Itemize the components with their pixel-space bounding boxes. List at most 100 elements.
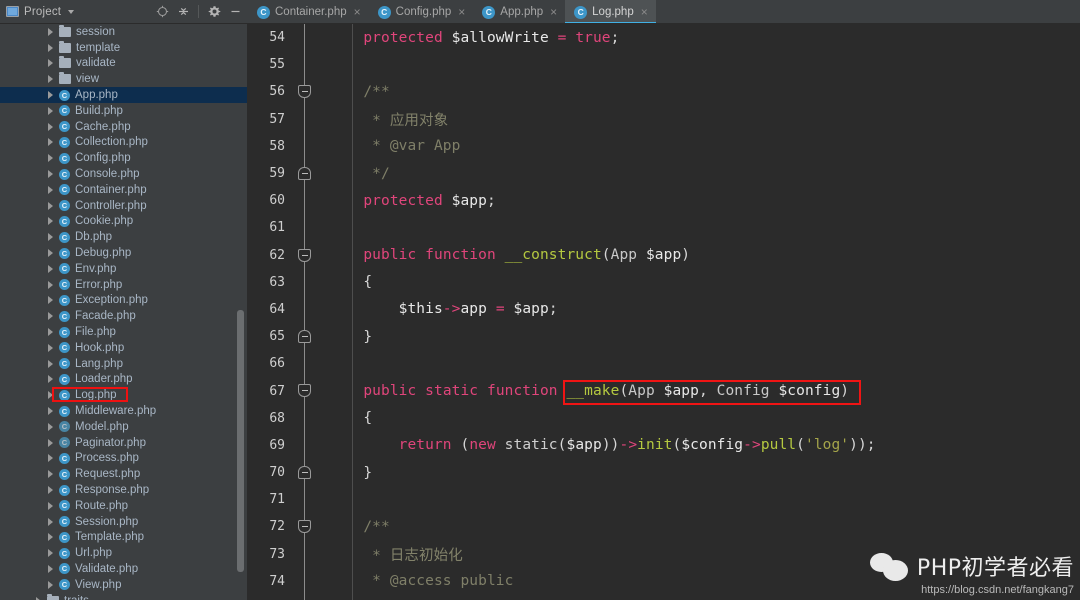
tree-item[interactable]: C Config.php bbox=[0, 150, 247, 166]
tree-item[interactable]: C Build.php bbox=[0, 103, 247, 119]
tree-item[interactable]: C Response.php bbox=[0, 482, 247, 498]
code-line[interactable]: 72 /** bbox=[248, 513, 1080, 541]
editor-tab[interactable]: C Container.php × bbox=[248, 0, 369, 23]
code-fold-gutter[interactable] bbox=[294, 268, 316, 296]
code-fold-gutter[interactable] bbox=[294, 159, 316, 188]
expand-arrow-icon[interactable] bbox=[48, 138, 53, 147]
tree-item[interactable]: C Db.php bbox=[0, 229, 247, 245]
tree-item[interactable]: C Cache.php bbox=[0, 119, 247, 135]
code-fold-gutter[interactable] bbox=[294, 132, 316, 160]
tree-item[interactable]: C Route.php bbox=[0, 498, 247, 514]
code-fold-gutter[interactable] bbox=[294, 350, 316, 378]
expand-arrow-icon[interactable] bbox=[48, 43, 53, 52]
fold-start-icon[interactable] bbox=[298, 384, 311, 398]
tree-item[interactable]: C Template.php bbox=[0, 530, 247, 546]
code-fold-gutter[interactable] bbox=[294, 377, 316, 405]
expand-arrow-icon[interactable] bbox=[48, 564, 53, 573]
tree-item[interactable]: C Container.php bbox=[0, 182, 247, 198]
editor-tab[interactable]: C Config.php × bbox=[369, 0, 474, 23]
code-line[interactable]: 59 */ bbox=[248, 159, 1080, 188]
code-fold-gutter[interactable] bbox=[294, 24, 316, 52]
expand-arrow-icon[interactable] bbox=[48, 312, 53, 321]
expand-arrow-icon[interactable] bbox=[48, 91, 53, 100]
code-line[interactable]: 54 protected $allowWrite = true; bbox=[248, 24, 1080, 52]
editor-tab[interactable]: C App.php × bbox=[473, 0, 565, 23]
expand-arrow-icon[interactable] bbox=[48, 454, 53, 463]
code-fold-gutter[interactable] bbox=[294, 513, 316, 541]
code-line[interactable]: 67 public static function __make(App $ap… bbox=[248, 377, 1080, 405]
tree-item[interactable]: session bbox=[0, 24, 247, 40]
code-fold-gutter[interactable] bbox=[294, 187, 316, 215]
code-line[interactable]: 57 * 应用对象 bbox=[248, 105, 1080, 133]
chevron-down-icon[interactable] bbox=[68, 9, 75, 14]
code-fold-gutter[interactable] bbox=[294, 78, 316, 106]
tree-item[interactable]: C Model.php bbox=[0, 419, 247, 435]
code-fold-gutter[interactable] bbox=[294, 51, 316, 79]
tree-item[interactable]: C Facade.php bbox=[0, 308, 247, 324]
tree-item[interactable]: C Hook.php bbox=[0, 340, 247, 356]
expand-arrow-icon[interactable] bbox=[48, 59, 53, 68]
tree-item[interactable]: C App.php bbox=[0, 87, 247, 103]
tree-item[interactable]: C Controller.php bbox=[0, 198, 247, 214]
tree-item[interactable]: validate bbox=[0, 56, 247, 72]
tree-item[interactable]: C Request.php bbox=[0, 466, 247, 482]
code-line[interactable]: 70 } bbox=[248, 459, 1080, 487]
code-fold-gutter[interactable] bbox=[294, 567, 316, 595]
code-fold-gutter[interactable] bbox=[294, 540, 316, 568]
code-fold-gutter[interactable] bbox=[294, 459, 316, 487]
code-fold-gutter[interactable] bbox=[294, 323, 316, 351]
tree-item[interactable]: C Lang.php bbox=[0, 356, 247, 372]
code-line[interactable]: 63 { bbox=[248, 268, 1080, 296]
code-line[interactable]: 55 bbox=[248, 51, 1080, 79]
expand-arrow-icon[interactable] bbox=[48, 201, 53, 210]
code-line[interactable]: 75 * @param array $config bbox=[248, 594, 1080, 600]
tree-item[interactable]: view bbox=[0, 71, 247, 87]
expand-arrow-icon[interactable] bbox=[48, 264, 53, 273]
expand-arrow-icon[interactable] bbox=[48, 359, 53, 368]
tree-item[interactable]: C Validate.php bbox=[0, 561, 247, 577]
tree-item[interactable]: C Env.php bbox=[0, 261, 247, 277]
code-line[interactable]: 62 public function __construct(App $app) bbox=[248, 241, 1080, 269]
expand-arrow-icon[interactable] bbox=[48, 549, 53, 558]
fold-end-icon[interactable] bbox=[298, 466, 311, 479]
code-editor[interactable]: 54 protected $allowWrite = true; 55 56 /**… bbox=[248, 24, 1080, 600]
expand-arrow-icon[interactable] bbox=[48, 407, 53, 416]
tree-item[interactable]: C Debug.php bbox=[0, 245, 247, 261]
tree-item[interactable]: C Paginator.php bbox=[0, 435, 247, 451]
expand-arrow-icon[interactable] bbox=[48, 328, 53, 337]
expand-arrow-icon[interactable] bbox=[48, 438, 53, 447]
expand-arrow-icon[interactable] bbox=[48, 343, 53, 352]
tree-scrollbar-thumb[interactable] bbox=[237, 310, 244, 572]
minimize-icon[interactable] bbox=[226, 3, 244, 21]
code-line[interactable]: 71 bbox=[248, 486, 1080, 514]
fold-end-icon[interactable] bbox=[298, 330, 311, 344]
tree-item[interactable]: C Exception.php bbox=[0, 293, 247, 309]
expand-arrow-icon[interactable] bbox=[48, 154, 53, 163]
code-fold-gutter[interactable] bbox=[294, 431, 316, 459]
expand-arrow-icon[interactable] bbox=[48, 170, 53, 179]
close-icon[interactable]: × bbox=[458, 6, 465, 18]
code-fold-gutter[interactable] bbox=[294, 105, 316, 133]
tree-item[interactable]: C Error.php bbox=[0, 277, 247, 293]
code-line[interactable]: 61 bbox=[248, 214, 1080, 242]
code-line[interactable]: 56 /** bbox=[248, 78, 1080, 106]
tree-item[interactable]: C Url.php bbox=[0, 545, 247, 561]
expand-arrow-icon[interactable] bbox=[48, 106, 53, 115]
expand-arrow-icon[interactable] bbox=[48, 422, 53, 431]
code-line[interactable]: 60 protected $app; bbox=[248, 187, 1080, 215]
code-fold-gutter[interactable] bbox=[294, 404, 316, 432]
expand-arrow-icon[interactable] bbox=[48, 280, 53, 289]
close-icon[interactable]: × bbox=[641, 6, 648, 18]
code-line[interactable]: 58 * @var App bbox=[248, 132, 1080, 160]
expand-arrow-icon[interactable] bbox=[48, 391, 53, 400]
collapse-all-icon[interactable] bbox=[174, 3, 192, 21]
tree-item[interactable]: C File.php bbox=[0, 324, 247, 340]
expand-arrow-icon[interactable] bbox=[48, 233, 53, 242]
project-title-group[interactable]: Project bbox=[6, 6, 75, 18]
tree-item[interactable]: C Process.php bbox=[0, 451, 247, 467]
expand-arrow-icon[interactable] bbox=[48, 185, 53, 194]
expand-arrow-icon[interactable] bbox=[48, 296, 53, 305]
code-line[interactable]: 74 * @access public bbox=[248, 567, 1080, 595]
expand-arrow-icon[interactable] bbox=[48, 533, 53, 542]
close-icon[interactable]: × bbox=[550, 6, 557, 18]
